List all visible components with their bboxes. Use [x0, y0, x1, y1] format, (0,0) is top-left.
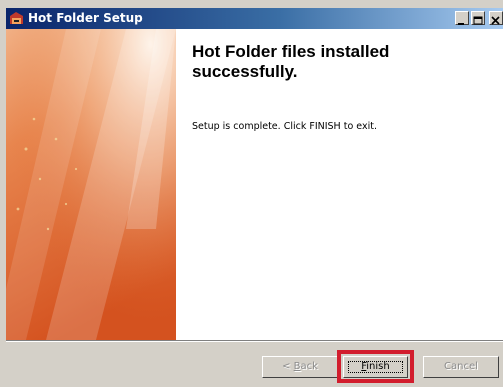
back-label-rest: ack	[300, 361, 318, 372]
setup-window: Hot Folder Setup Hot Folder files instal…	[0, 0, 503, 387]
cancel-button[interactable]: Cancel	[423, 356, 499, 378]
window-title: Hot Folder Setup	[28, 11, 143, 25]
finish-highlight-box	[337, 350, 414, 383]
side-banner-image	[6, 29, 176, 340]
page-heading: Hot Folder files installed successfully.	[192, 42, 390, 81]
maximize-button[interactable]	[471, 11, 485, 25]
cancel-label: Cancel	[444, 361, 478, 372]
app-icon	[10, 12, 23, 24]
title-bar[interactable]: Hot Folder Setup	[6, 8, 503, 29]
close-icon	[491, 16, 500, 25]
close-button[interactable]	[489, 11, 503, 25]
minimize-button[interactable]	[455, 11, 469, 25]
back-mnemonic: B	[293, 361, 301, 372]
maximize-icon	[473, 16, 483, 25]
back-button[interactable]: < Back	[262, 356, 338, 378]
completion-message: Setup is complete. Click FINISH to exit.	[192, 121, 377, 132]
minimize-icon	[458, 23, 464, 25]
back-prefix: <	[282, 361, 294, 372]
